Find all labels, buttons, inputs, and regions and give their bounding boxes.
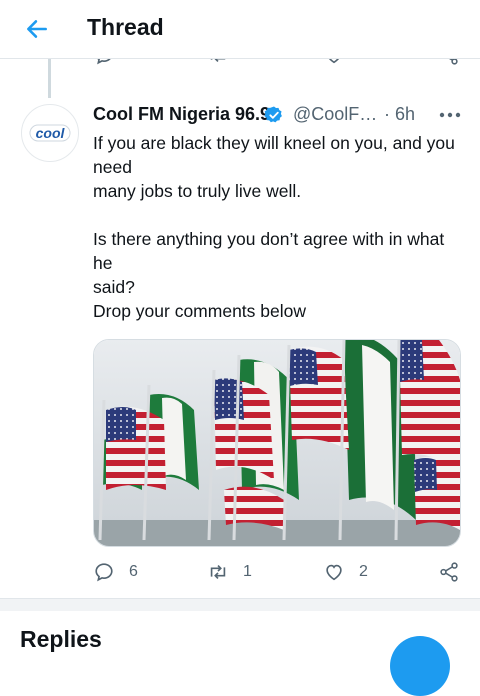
verified-badge-icon <box>264 106 282 123</box>
more-options-icon[interactable] <box>438 104 462 126</box>
author-name[interactable]: Cool FM Nigeria 96.9 <box>93 104 270 125</box>
retweet-button[interactable]: 1 <box>207 561 252 583</box>
back-arrow-icon[interactable] <box>24 16 50 42</box>
reply-icon <box>95 563 113 582</box>
tweet-media-image[interactable] <box>93 339 461 547</box>
retweet-icon <box>210 564 226 580</box>
tweet-text: If you are black they will kneel on you,… <box>93 131 468 323</box>
reply-count: 6 <box>129 563 138 580</box>
thread-connector-line <box>48 58 51 98</box>
tweet-text-line: need <box>93 157 132 177</box>
section-divider <box>0 598 480 611</box>
tweet-text-line: many jobs to truly live well. <box>93 181 302 201</box>
tweet-text-line: Is there anything you don’t agree with i… <box>93 229 445 249</box>
avatar[interactable]: cool <box>21 104 79 162</box>
share-button[interactable] <box>438 561 460 583</box>
replies-heading: Replies <box>20 626 102 652</box>
retweet-count: 1 <box>243 563 252 580</box>
tweet-text-line: said? <box>93 277 135 297</box>
cool-fm-logo: cool <box>29 124 71 142</box>
flags-photo <box>94 340 460 546</box>
heart-icon <box>326 564 342 581</box>
avatar-logo-text: cool <box>36 125 66 141</box>
tweet-text-line: he <box>93 253 113 273</box>
like-count: 2 <box>359 563 368 580</box>
compose-reply-button[interactable] <box>390 636 450 696</box>
tweet-header: Cool FM Nigeria 96.9 @CoolF… · 6h <box>93 104 473 128</box>
tweet-actions: 6 1 2 <box>0 558 480 588</box>
tweet-time[interactable]: · 6h <box>384 104 415 125</box>
tweet-text-line <box>93 203 468 227</box>
page-title: Thread <box>87 14 164 40</box>
author-handle[interactable]: @CoolF… <box>293 104 377 125</box>
tweet-text-line: Drop your comments below <box>93 301 306 321</box>
like-button[interactable]: 2 <box>323 561 368 583</box>
reply-button[interactable]: 6 <box>93 561 138 583</box>
tweet-text-line: If you are black they will kneel on you,… <box>93 133 455 153</box>
share-icon <box>440 562 458 582</box>
top-bar: Thread <box>0 0 480 59</box>
